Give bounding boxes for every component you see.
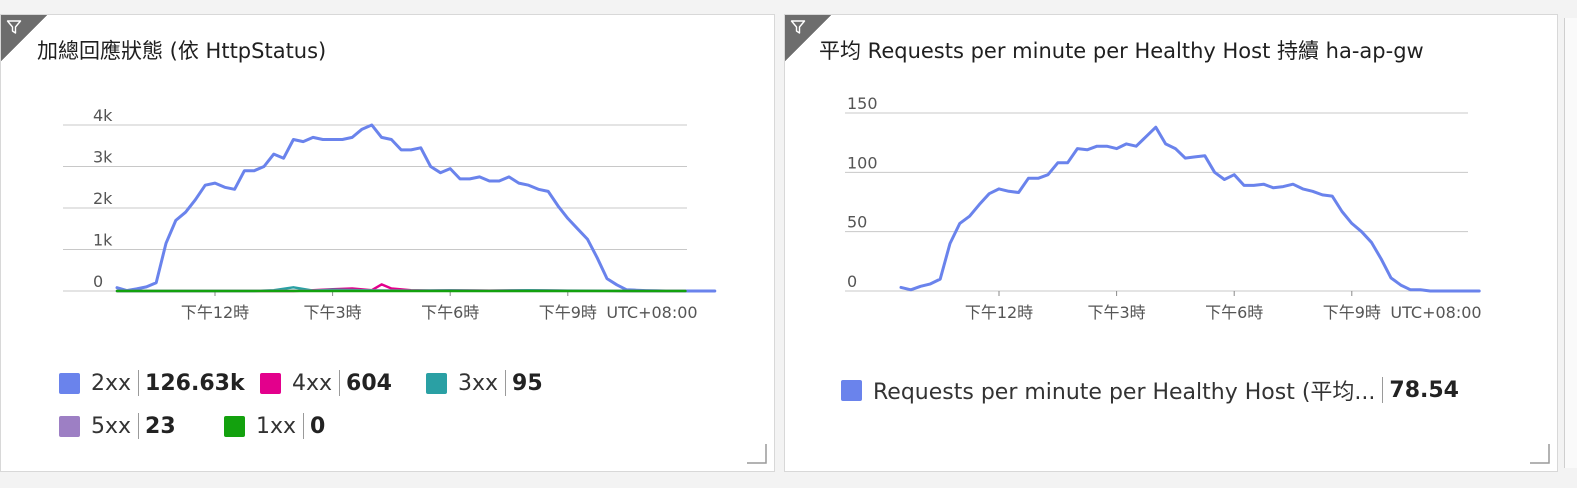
legend-swatch: [59, 415, 80, 437]
y-tick-label: 150: [847, 94, 878, 113]
legend-item-4xx[interactable]: 4xx 604: [260, 368, 392, 398]
legend-swatch: [224, 415, 245, 437]
chart-tile-http-status[interactable]: 加總回應狀態 (依 HttpStatus) 0 1k 2k 3k 4k 下午12時 下午3時…: [0, 14, 775, 472]
line-chart[interactable]: 0 1k 2k 3k 4k 下午12時 下午3時 下午6時 下午9時 UTC+08:00: [1, 15, 776, 355]
legend-divider: [505, 370, 507, 396]
legend-item-requests[interactable]: Requests per minute per Healthy Host (平均…: [841, 375, 1459, 405]
legend-divider: [339, 370, 341, 396]
x-unit-label: UTC+08:00: [1390, 303, 1481, 322]
legend-divider: [1382, 377, 1384, 403]
legend-item-5xx[interactable]: 5xx 23: [59, 411, 176, 441]
legend-series-name: 1xx: [256, 413, 297, 439]
x-tick-label: 下午3時: [1088, 303, 1146, 322]
legend-series-name: Requests per minute per Healthy Host (平均…: [873, 380, 1376, 405]
x-tick-label: 下午6時: [1205, 303, 1263, 322]
legend-item-1xx[interactable]: 1xx 0: [224, 411, 325, 441]
legend-series-value: 23: [145, 413, 176, 439]
x-unit-label: UTC+08:00: [606, 303, 697, 322]
resize-handle-icon[interactable]: [1528, 442, 1550, 464]
legend-item-3xx[interactable]: 3xx 95: [426, 368, 543, 398]
y-tick-label: 100: [847, 153, 878, 172]
y-tick-label: 0: [93, 272, 103, 291]
legend-series-name: 2xx: [91, 370, 132, 396]
y-tick-label: 2k: [93, 189, 113, 208]
y-tick-label: 50: [847, 213, 867, 232]
x-tick-label: 下午12時: [965, 303, 1033, 322]
legend-item-2xx[interactable]: 2xx 126.63k: [59, 368, 245, 398]
x-tick-label: 下午6時: [421, 303, 479, 322]
legend-swatch: [59, 372, 80, 394]
legend-swatch: [426, 372, 447, 394]
y-tick-label: 0: [847, 272, 857, 291]
legend-divider: [138, 413, 140, 439]
y-tick-label: 3k: [93, 148, 113, 167]
legend-series-value: 95: [512, 370, 543, 396]
legend-swatch: [260, 372, 281, 394]
legend-series-value: 604: [346, 370, 392, 396]
chart-tile-requests-per-host[interactable]: 平均 Requests per minute per Healthy Host …: [784, 14, 1558, 472]
legend-series-value: 0: [310, 413, 326, 439]
legend-series-name: 5xx: [91, 413, 132, 439]
legend-series-name: 4xx: [292, 370, 333, 396]
resize-handle-icon[interactable]: [745, 442, 767, 464]
x-tick-label: 下午12時: [181, 303, 249, 322]
x-tick-label: 下午3時: [304, 303, 362, 322]
legend-series-value: 126.63k: [145, 370, 245, 396]
legend-swatch: [841, 379, 862, 401]
legend-series-value: 78.54: [1389, 377, 1459, 403]
x-tick-label: 下午9時: [1323, 303, 1381, 322]
line-chart[interactable]: 0 50 100 150 下午12時 下午3時 下午6時 下午9時 UTC+08:00: [785, 15, 1559, 355]
legend-divider: [303, 413, 305, 439]
legend-series-name: 3xx: [458, 370, 499, 396]
x-tick-label: 下午9時: [539, 303, 597, 322]
adjacent-tile-edge: [1564, 18, 1577, 468]
legend-divider: [138, 370, 140, 396]
y-tick-label: 4k: [93, 106, 113, 125]
series-line-requests-per-minute-per-healthy-host[interactable]: [899, 125, 1481, 293]
y-tick-label: 1k: [93, 231, 113, 250]
